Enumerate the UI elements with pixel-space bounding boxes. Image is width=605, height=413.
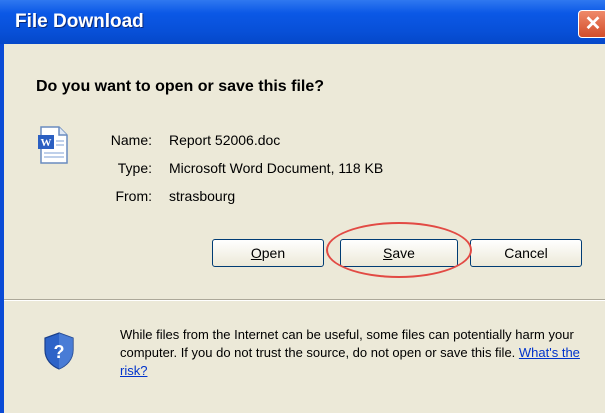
type-label: Type: (117, 160, 152, 176)
open-button[interactable]: Open (212, 239, 324, 267)
type-value: Microsoft Word Document, 118 KB (169, 160, 384, 176)
save-button[interactable]: Save (340, 239, 458, 267)
security-warning: While files from the Internet can be use… (120, 327, 580, 378)
close-button[interactable]: ✕ (578, 10, 605, 38)
title-bar[interactable]: File Download ✕ (0, 0, 605, 44)
from-label: From: (115, 188, 152, 204)
svg-text:?: ? (54, 342, 65, 362)
from-value: strasbourg (169, 188, 236, 204)
svg-text:W: W (41, 137, 52, 149)
cancel-button[interactable]: Cancel (470, 239, 582, 267)
name-label: Name: (110, 132, 152, 148)
file-download-dialog: File Download ✕ Do you want to open or s… (0, 0, 605, 413)
separator (4, 299, 605, 301)
shield-question-icon: ? (44, 332, 74, 370)
name-value: Report 52006.doc (169, 132, 281, 148)
dialog-title: File Download (15, 11, 144, 32)
close-icon: ✕ (584, 13, 602, 35)
word-document-icon: W (38, 126, 68, 164)
dialog-body: Do you want to open or save this file? W… (4, 44, 605, 413)
question-heading: Do you want to open or save this file? (36, 78, 325, 95)
